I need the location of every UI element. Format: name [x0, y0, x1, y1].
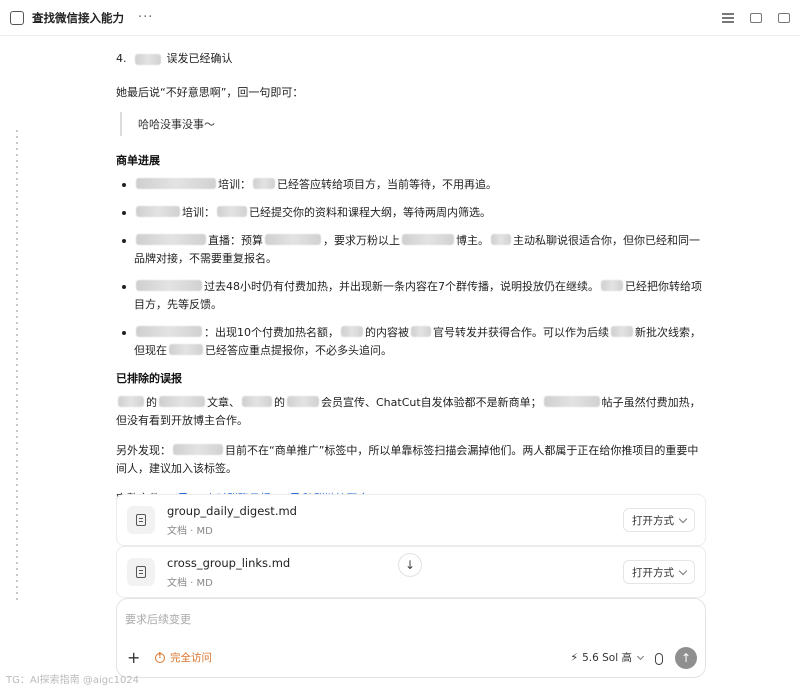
- open-with-button[interactable]: 打开方式: [623, 560, 695, 584]
- item-number: 4.: [116, 52, 127, 65]
- send-button[interactable]: ↑: [675, 647, 697, 669]
- file-card[interactable]: group_daily_digest.md 文档 · MD 打开方式: [116, 494, 706, 546]
- timeline-rail: [16, 130, 18, 600]
- para-text: 的: [274, 396, 285, 409]
- redacted-text: [136, 206, 180, 217]
- redacted-text: [253, 178, 275, 189]
- para-text: 文章、: [207, 396, 240, 409]
- top-right-actions: [722, 12, 790, 23]
- bullet-text: 的内容被: [365, 326, 409, 339]
- redacted-text: [136, 326, 202, 337]
- redacted-text: [134, 53, 161, 65]
- bullet-text: 已经答应重点提报你，不必多头追问。: [205, 344, 392, 357]
- bullet-text: 培训：: [218, 178, 251, 191]
- redacted-text: [173, 444, 223, 455]
- bullet-text: 官号转发并获得合作。可以作为后续: [433, 326, 609, 339]
- redacted-text: [118, 396, 144, 407]
- open-with-button[interactable]: 打开方式: [623, 508, 695, 532]
- file-meta: cross_group_links.md 文档 · MD: [167, 556, 290, 589]
- file-name: cross_group_links.md: [167, 555, 291, 570]
- top-bar: 查找微信接入能力 ···: [0, 0, 800, 36]
- redacted-text: [217, 206, 247, 217]
- lightning-icon: ⚡: [570, 651, 579, 664]
- chevron-down-icon: [678, 514, 688, 523]
- app-window: 查找微信接入能力 ··· 4. 误发已经确认 她最后说“不好意思啊”，回一句即可…: [0, 0, 800, 690]
- redacted-text: [287, 396, 319, 407]
- redacted-text: [136, 280, 202, 291]
- redacted-text: [136, 178, 216, 189]
- redacted-text: [265, 234, 321, 245]
- section-heading-excluded: 已排除的误报: [116, 372, 182, 385]
- document-icon: [127, 506, 155, 534]
- redacted-text: [611, 326, 633, 337]
- redacted-text: [491, 234, 511, 245]
- open-with-label: 打开方式: [632, 566, 674, 579]
- para-text: 的: [146, 396, 157, 409]
- item-text: 误发已经确认: [166, 52, 233, 65]
- composer: + 完全访问 ⚡ 5.6 Sol 高 ↑: [116, 598, 706, 678]
- file-type: 文档 · MD: [167, 577, 213, 589]
- section-heading-progress: 商单进展: [116, 154, 160, 167]
- list-view-icon[interactable]: [722, 12, 734, 23]
- progress-list: 培训： 已经答应转给项目方，当前等待，不用再追。 培训： 已经提交你的资料和课程大纲…: [120, 176, 706, 360]
- para-text: 另外发现：: [116, 444, 171, 457]
- chat-thread-icon: [10, 10, 24, 25]
- open-with-label: 打开方式: [632, 514, 674, 527]
- redacted-text: [601, 280, 623, 291]
- access-mode-label: 完全访问: [170, 652, 212, 664]
- intro-text: 她最后说“不好意思啊”，回一句即可：: [116, 86, 304, 99]
- chevron-down-icon: [678, 566, 688, 575]
- scroll-to-bottom-button[interactable]: ↓: [398, 553, 422, 577]
- list-item: 过去48小时仍有付费加热，并出现新一条内容在7个群传播，说明投放仍在继续。 已经把…: [120, 278, 706, 314]
- chevron-down-icon: [636, 652, 645, 660]
- document-icon: [127, 558, 155, 586]
- bullet-text: 培训：: [182, 206, 215, 219]
- list-item: 直播：预算 ，要求万粉以上 博主。 主动私聊说很适合你，但你已经和同一品牌对接，不需要…: [120, 232, 706, 268]
- redacted-text: [136, 234, 206, 245]
- file-type: 文档 · MD: [167, 525, 213, 537]
- bullet-text: ，要求万粉以上: [323, 234, 400, 247]
- model-selector[interactable]: ⚡ 5.6 Sol 高: [570, 650, 645, 665]
- access-mode-button[interactable]: 完全访问: [155, 650, 212, 665]
- redacted-text: [543, 396, 600, 407]
- finding-paragraph: 另外发现： 目前不在“商单推广”标签中，所以单靠标签扫描会漏掉他们。两人都属于正在…: [116, 442, 706, 478]
- redacted-text: [411, 326, 431, 337]
- excluded-paragraph: 的文章、的会员宣传、ChatCut自发体验都不是新商单； 帖子虽然付费加热，但没有…: [116, 394, 706, 430]
- arrow-down-icon: ↓: [404, 558, 416, 572]
- bullet-text: 过去48小时仍有付费加热，并出现新一条内容在7个群传播，说明投放仍在继续。: [204, 280, 599, 293]
- redacted-text: [159, 396, 205, 407]
- para-text: 会员宣传、ChatCut自发体验都不是新商单；: [321, 396, 542, 409]
- reply-quote: 哈哈没事没事～: [120, 112, 706, 136]
- bullet-text: 已经答应转给项目方，当前等待，不用再追。: [277, 178, 497, 191]
- redacted-text: [402, 234, 454, 245]
- more-options-button[interactable]: ···: [138, 10, 153, 25]
- follow-up-input[interactable]: [125, 609, 695, 629]
- redacted-text: [242, 396, 272, 407]
- list-item: ：出现10个付费加热名额， 的内容被 官号转发并获得合作。可以作为后续 新批次线索，但…: [120, 324, 706, 360]
- bullet-text: 直播：预算: [208, 234, 263, 247]
- bullet-text: 已经提交你的资料和课程大纲，等待两周内筛选。: [249, 206, 491, 219]
- model-label: 5.6 Sol 高: [582, 652, 632, 664]
- message-content: 4. 误发已经确认 她最后说“不好意思啊”，回一句即可： 哈哈没事没事～ 商单进…: [116, 50, 706, 506]
- redacted-text: [169, 344, 203, 355]
- watermark: TG：AI探索指南 @aigc1024: [6, 675, 140, 686]
- window-layout-icon[interactable]: [778, 12, 790, 23]
- list-item: 培训： 已经提交你的资料和课程大纲，等待两周内筛选。: [120, 204, 706, 222]
- redacted-text: [341, 326, 363, 337]
- arrow-up-icon: ↑: [680, 651, 692, 665]
- file-meta: group_daily_digest.md 文档 · MD: [167, 504, 297, 537]
- panel-toggle-icon[interactable]: [750, 12, 762, 23]
- list-item: 培训： 已经答应转给项目方，当前等待，不用再追。: [120, 176, 706, 194]
- microphone-icon[interactable]: [655, 653, 663, 665]
- thread-title[interactable]: 查找微信接入能力: [32, 10, 124, 26]
- warning-icon: [155, 651, 165, 663]
- plus-icon[interactable]: +: [127, 648, 140, 667]
- bullet-text: 博主。: [456, 234, 489, 247]
- bullet-text: ：出现10个付费加热名额，: [204, 326, 339, 339]
- list-item-4: 4. 误发已经确认: [116, 50, 706, 68]
- file-name: group_daily_digest.md: [167, 503, 297, 518]
